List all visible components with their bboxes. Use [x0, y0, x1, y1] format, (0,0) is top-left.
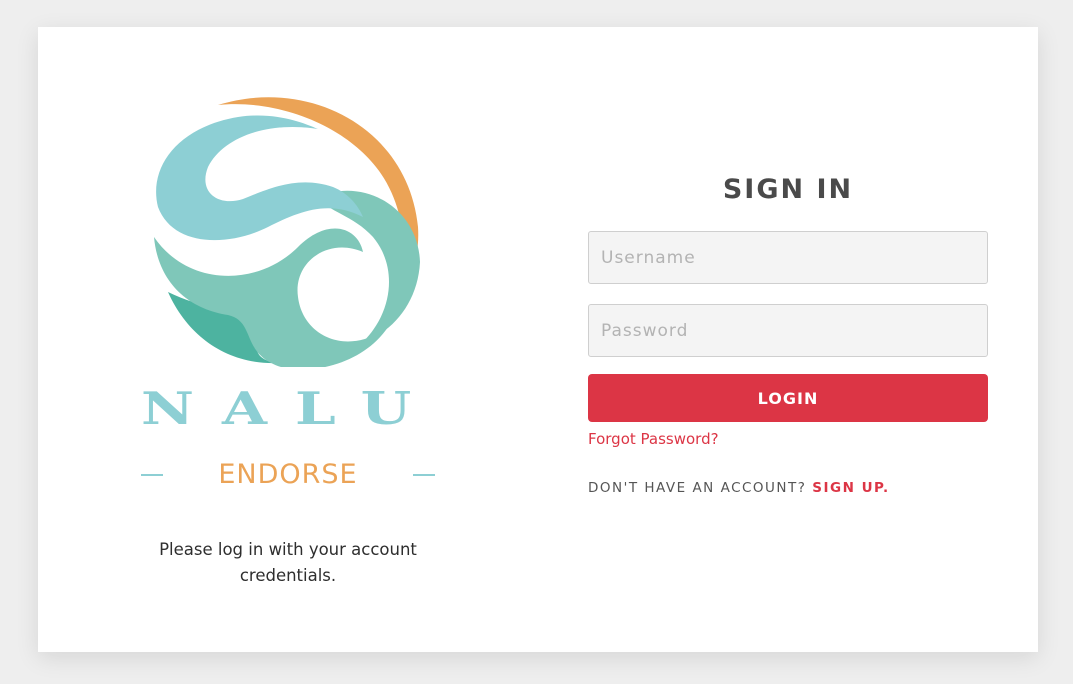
no-account-text: DON'T HAVE AN ACCOUNT?	[588, 480, 807, 496]
brand-submark: ENDORSE	[218, 459, 358, 490]
signin-panel: SIGN IN LOGIN Forgot Password? DON'T HAV…	[588, 27, 988, 652]
login-button[interactable]: LOGIN	[588, 374, 988, 422]
login-instructions: Please log in with your account credenti…	[159, 540, 417, 585]
submark-dash-left	[141, 474, 163, 476]
forgot-password-link[interactable]: Forgot Password?	[588, 429, 719, 449]
submark-dash-right	[413, 474, 435, 476]
wave-logo-icon	[154, 97, 420, 367]
brand-submark-row: ENDORSE	[141, 460, 435, 490]
password-input[interactable]	[588, 304, 988, 357]
signup-link[interactable]: SIGN UP.	[812, 480, 889, 496]
brand-wordmark: NALU	[141, 382, 440, 436]
signin-title: SIGN IN	[722, 174, 854, 205]
login-card: NALU ENDORSE Please log in with your acc…	[38, 27, 1038, 652]
username-input[interactable]	[588, 231, 988, 284]
brand-panel: NALU ENDORSE Please log in with your acc…	[38, 27, 538, 652]
signup-row: DON'T HAVE AN ACCOUNT? SIGN UP.	[588, 478, 890, 498]
